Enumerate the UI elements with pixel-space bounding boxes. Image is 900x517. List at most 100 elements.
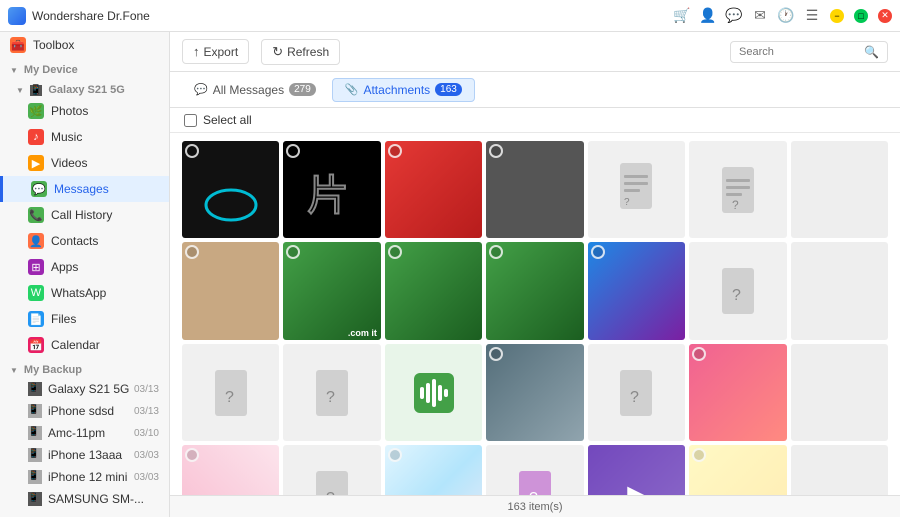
tab-attachments-icon: 📎 <box>345 83 359 96</box>
tab-attachments[interactable]: 📎 Attachments 163 <box>332 78 475 102</box>
grid-item-3[interactable] <box>385 141 482 238</box>
tab-attachments-label: Attachments <box>363 83 430 97</box>
grid-item-2[interactable]: 片 <box>283 141 380 238</box>
sidebar-item-music[interactable]: ♪ Music <box>0 124 169 150</box>
grid-item-13[interactable]: ? <box>689 242 786 339</box>
grid-item-6[interactable]: ? <box>689 141 786 238</box>
sidebar-item-toolbox[interactable]: 🧰 Toolbox <box>0 32 169 58</box>
callhistory-label: Call History <box>51 208 112 222</box>
grid-item-22[interactable] <box>182 445 279 495</box>
main-layout: 🧰 Toolbox ▼ My Device ▼ 📱 Galaxy S21 5G … <box>0 32 900 517</box>
item-checkbox-18[interactable] <box>489 347 503 361</box>
grid-item-20[interactable] <box>689 344 786 441</box>
item-checkbox-10[interactable] <box>388 245 402 259</box>
grid-item-15[interactable]: ? <box>182 344 279 441</box>
grid-item-18[interactable] <box>486 344 583 441</box>
grid-item-12[interactable] <box>588 242 685 339</box>
backup-item-iphonesdsd[interactable]: 📱 iPhone sdsd 03/13 <box>0 400 169 422</box>
svg-text:?: ? <box>732 198 739 212</box>
menu-icon[interactable]: ☰ <box>804 8 820 24</box>
file-icon-16: ? <box>283 344 380 441</box>
sidebar-item-callhistory[interactable]: 📞 Call History <box>0 202 169 228</box>
grid-item-5[interactable]: ? <box>588 141 685 238</box>
history-icon[interactable]: 🕐 <box>778 8 794 24</box>
sidebar-item-messages[interactable]: 💬 Messages <box>0 176 169 202</box>
grid-item-26[interactable]: ▶ <box>588 445 685 495</box>
backup-iphonesdsd-left: 📱 iPhone sdsd <box>28 404 114 418</box>
backup-iphone13-date: 03/03 <box>134 450 159 461</box>
item-checkbox-24[interactable] <box>388 448 402 462</box>
grid-item-17[interactable] <box>385 344 482 441</box>
grid-item-10[interactable] <box>385 242 482 339</box>
whatsapp-icon: W <box>28 285 44 301</box>
sidebar-section-backup[interactable]: ▼ My Backup <box>0 358 169 378</box>
grid-item-14 <box>791 242 888 339</box>
sidebar-section-device[interactable]: ▼ My Device <box>0 58 169 78</box>
backup-item-iphone12mini[interactable]: 📱 iPhone 12 mini 03/03 <box>0 466 169 488</box>
backup-samsung-left: 📱 SAMSUNG SM-... <box>28 492 144 506</box>
grid-item-1[interactable] <box>182 141 279 238</box>
sidebar-item-galaxy[interactable]: ▼ 📱 Galaxy S21 5G <box>0 78 169 98</box>
grid-item-8[interactable] <box>182 242 279 339</box>
item-checkbox-3[interactable] <box>388 144 402 158</box>
refresh-button[interactable]: ↻ Refresh <box>261 39 340 65</box>
play-icon-26: ▶ <box>627 480 645 495</box>
item-checkbox-12[interactable] <box>591 245 605 259</box>
sidebar-item-files[interactable]: 📄 Files <box>0 306 169 332</box>
backup-item-iphone13[interactable]: 📱 iPhone 13aaa 03/03 <box>0 444 169 466</box>
item-checkbox-11[interactable] <box>489 245 503 259</box>
file-icon-6: ? <box>689 141 786 238</box>
grid-item-16[interactable]: ? <box>283 344 380 441</box>
tab-all-messages[interactable]: 💬 All Messages 279 <box>182 79 328 101</box>
export-button[interactable]: ↑ Export <box>182 39 249 64</box>
calendar-icon: 📅 <box>28 337 44 353</box>
search-input[interactable] <box>739 46 859 58</box>
select-all-checkbox[interactable] <box>184 114 197 127</box>
grid-item-9[interactable]: .com it <box>283 242 380 339</box>
contacts-icon: 👤 <box>28 233 44 249</box>
sidebar-item-photos[interactable]: 🌿 Photos <box>0 98 169 124</box>
minimize-button[interactable]: − <box>830 9 844 23</box>
chat-icon[interactable]: 💬 <box>726 8 742 24</box>
grid-item-21 <box>791 344 888 441</box>
sidebar-item-whatsapp[interactable]: W WhatsApp <box>0 280 169 306</box>
item-checkbox-4[interactable] <box>489 144 503 158</box>
backup-item-samsung[interactable]: 📱 SAMSUNG SM-... <box>0 488 169 510</box>
close-button[interactable]: ✕ <box>878 9 892 23</box>
item-checkbox-9[interactable] <box>286 245 300 259</box>
backup-item-amc[interactable]: 📱 Amc-11pm 03/10 <box>0 422 169 444</box>
select-bar: Select all <box>170 108 900 133</box>
grid-item-11[interactable] <box>486 242 583 339</box>
item-checkbox-27[interactable] <box>692 448 706 462</box>
select-all-label[interactable]: Select all <box>203 113 252 127</box>
cart-icon[interactable]: 🛒 <box>674 8 690 24</box>
grid-item-27[interactable] <box>689 445 786 495</box>
item-checkbox-1[interactable] <box>185 144 199 158</box>
item-checkbox-22[interactable] <box>185 448 199 462</box>
item-checkbox-8[interactable] <box>185 245 199 259</box>
grid-item-23[interactable]: ? <box>283 445 380 495</box>
sidebar-item-videos[interactable]: ▶ Videos <box>0 150 169 176</box>
item-checkbox-20[interactable] <box>692 347 706 361</box>
mail-icon[interactable]: ✉ <box>752 8 768 24</box>
grid-item-4[interactable] <box>486 141 583 238</box>
grid-item-19[interactable]: ? <box>588 344 685 441</box>
backup-item-galaxy[interactable]: 📱 Galaxy S21 5G 03/13 <box>0 378 169 400</box>
app-title: Wondershare Dr.Fone <box>32 9 150 23</box>
grid-item-28 <box>791 445 888 495</box>
backup-iphone12mini-label: iPhone 12 mini <box>48 470 127 484</box>
sidebar-item-contacts[interactable]: 👤 Contacts <box>0 228 169 254</box>
backup-iphone12mini-date: 03/03 <box>134 472 159 483</box>
grid-item-25[interactable]: ? <box>486 445 583 495</box>
svg-text:片: 片 <box>307 174 349 220</box>
sidebar-item-apps[interactable]: ⊞ Apps <box>0 254 169 280</box>
user-icon[interactable]: 👤 <box>700 8 716 24</box>
maximize-button[interactable]: □ <box>854 9 868 23</box>
sidebar-item-calendar[interactable]: 📅 Calendar <box>0 332 169 358</box>
app-logo <box>8 7 26 25</box>
backup-galaxy-label: Galaxy S21 5G <box>48 382 129 396</box>
search-box[interactable]: 🔍 <box>730 41 888 63</box>
backup-samsung-icon: 📱 <box>28 492 42 506</box>
grid-item-24[interactable] <box>385 445 482 495</box>
photos-icon: 🌿 <box>28 103 44 119</box>
